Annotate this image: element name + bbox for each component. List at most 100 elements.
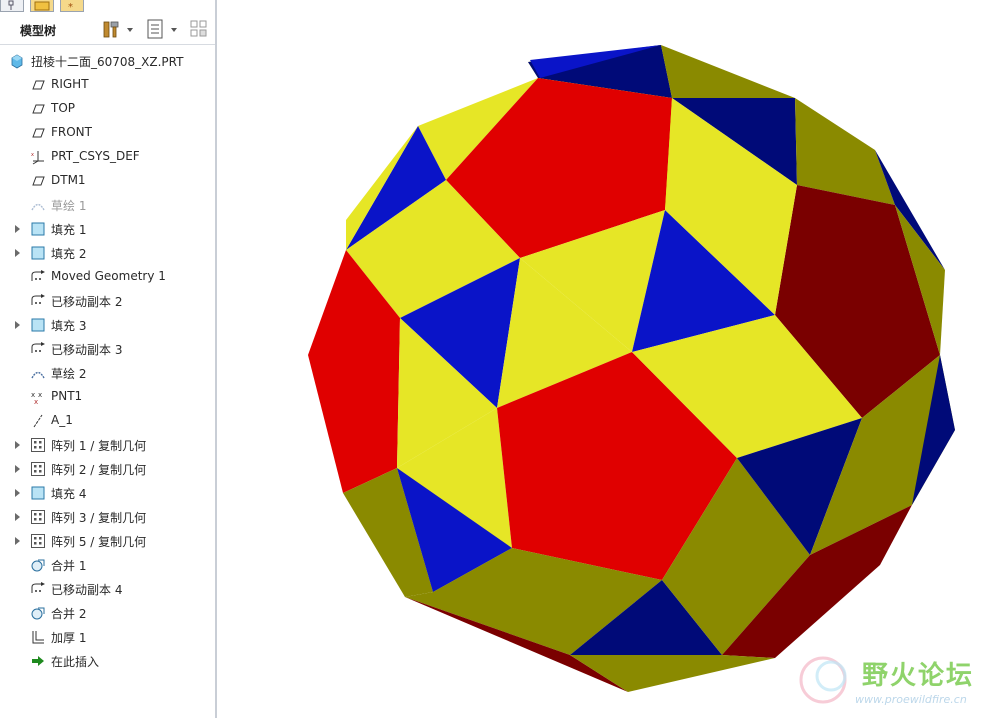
tree-item-label: 阵列 2 / 复制几何 (51, 463, 147, 477)
tree-item[interactable]: 填充 1 (0, 218, 215, 240)
tree-item[interactable]: 草绘 2 (0, 362, 215, 384)
expand-arrow-icon[interactable] (12, 535, 22, 547)
moved-copy-icon (31, 270, 45, 281)
tree-item-label: PNT1 (51, 389, 83, 403)
insert-here-arrow-icon (32, 656, 44, 666)
model-tree-tab[interactable] (0, 0, 24, 12)
tree-item-label: 已移动副本 2 (51, 295, 123, 309)
tree-item[interactable]: 已移动副本 3 (0, 338, 215, 360)
tree-item[interactable]: 填充 3 (0, 314, 215, 336)
tree-item-label: 填充 3 (51, 319, 87, 333)
tree-item-label: 合并 1 (51, 559, 87, 573)
tree-item[interactable]: 阵列 3 / 复制几何 (0, 506, 215, 528)
tree-item[interactable]: x x x PNT1 (0, 386, 215, 408)
tree-item[interactable]: 阵列 5 / 复制几何 (0, 530, 215, 552)
tree-item[interactable]: 已移动副本 2 (0, 290, 215, 312)
tree-item-label: FRONT (51, 125, 92, 139)
favorites-tab[interactable]: * (60, 0, 84, 13)
expand-arrow-icon[interactable] (12, 511, 22, 523)
tree-item[interactable]: TOP (0, 98, 215, 120)
datum-axis-icon (33, 414, 43, 428)
tree-item[interactable]: 阵列 1 / 复制几何 (0, 434, 215, 456)
tree-item-label: A_1 (51, 413, 73, 427)
datum-plane-icon (32, 176, 45, 186)
tree-item-label: 阵列 1 / 复制几何 (51, 439, 147, 453)
expand-arrow-icon[interactable] (12, 439, 22, 451)
svg-text:*: * (68, 2, 73, 11)
watermark-url: www.proewildfire.cn (855, 693, 967, 706)
merge-icon (31, 559, 45, 572)
datum-plane-icon (32, 128, 45, 138)
tree-item[interactable]: 在此插入 (0, 650, 215, 672)
tree-root-part[interactable]: 扭棱十二面_60708_XZ.PRT (0, 50, 215, 72)
fill-surface-icon (31, 486, 45, 500)
tree-item-label: TOP (51, 101, 76, 115)
thicken-icon (32, 631, 44, 644)
folder-browser-tab[interactable] (30, 0, 54, 12)
datum-plane-icon (32, 104, 45, 114)
tree-item[interactable]: 草绘 1 (0, 194, 215, 216)
tree-item-label: 草绘 1 (51, 199, 87, 213)
filter-icon[interactable] (188, 18, 210, 40)
tree-item-label: 阵列 5 / 复制几何 (51, 535, 147, 549)
sketch-icon (31, 371, 45, 379)
show-list-icon[interactable] (144, 18, 166, 40)
tree-item[interactable]: 填充 4 (0, 482, 215, 504)
tree-item[interactable]: 填充 2 (0, 242, 215, 264)
tree-icon (8, 0, 14, 10)
tree-item[interactable]: DTM1 (0, 170, 215, 192)
expand-arrow-icon[interactable] (12, 319, 22, 331)
tree-item[interactable]: x PRT_CSYS_DEF (0, 146, 215, 168)
watermark-text: 野火论坛 (862, 661, 975, 691)
tree-item-label: 已移动副本 4 (51, 583, 123, 597)
fill-surface-icon (31, 246, 45, 260)
expand-arrow-icon[interactable] (12, 223, 22, 235)
graphics-viewport[interactable] (217, 0, 1006, 718)
svg-text:x: x (31, 152, 34, 158)
tree-item[interactable]: FRONT (0, 122, 215, 144)
moved-copy-icon (31, 294, 45, 305)
navigator-tabs: * (0, 0, 215, 13)
sketch-icon (31, 203, 45, 211)
tree-item[interactable]: RIGHT (0, 74, 215, 96)
expand-arrow-icon[interactable] (12, 463, 22, 475)
dropdown-arrow-icon[interactable] (168, 18, 180, 40)
merge-icon (31, 607, 45, 620)
tree-item[interactable]: Moved Geometry 1 (0, 266, 215, 288)
model-face (570, 655, 775, 692)
datum-plane-icon (32, 80, 45, 90)
tree-item-label: 填充 1 (51, 223, 87, 237)
tree-item-label: RIGHT (51, 77, 89, 91)
fill-surface-icon (31, 318, 45, 332)
tree-item-label: 合并 2 (51, 607, 87, 621)
tree-item-label: 填充 4 (51, 487, 87, 501)
tree-root-label: 扭棱十二面_60708_XZ.PRT (31, 55, 184, 69)
datum-point-icon: x xx (31, 391, 42, 405)
tree-item[interactable]: 阵列 2 / 复制几何 (0, 458, 215, 480)
tree-item[interactable]: A_1 (0, 410, 215, 432)
settings-hammer-icon[interactable] (100, 18, 122, 40)
dropdown-arrow-icon[interactable] (124, 18, 136, 40)
tree-item[interactable]: 合并 2 (0, 602, 215, 624)
tree-item[interactable]: 合并 1 (0, 554, 215, 576)
model-tree-toolbar: 模型树 (0, 14, 215, 45)
svg-text:x: x (34, 398, 38, 405)
folder-icon (34, 1, 50, 11)
model-tree-title: 模型树 (20, 24, 57, 38)
moved-copy-icon (31, 342, 45, 353)
model-face (661, 45, 795, 98)
tree-item-label: 加厚 1 (51, 631, 87, 645)
svg-text:x: x (38, 391, 42, 399)
tree-item[interactable]: 已移动副本 4 (0, 578, 215, 600)
pattern-icon (31, 510, 45, 524)
expand-arrow-icon[interactable] (12, 247, 22, 259)
snub-dodecahedron-model[interactable] (217, 0, 1006, 718)
tree-item-label: 在此插入 (51, 655, 100, 669)
moved-copy-icon (31, 582, 45, 593)
tree-item-label: 草绘 2 (51, 367, 87, 381)
tree-item-label: Moved Geometry 1 (51, 269, 166, 283)
pattern-icon (31, 534, 45, 548)
expand-arrow-icon[interactable] (12, 487, 22, 499)
tree-item[interactable]: 加厚 1 (0, 626, 215, 648)
tree-item-label: 已移动副本 3 (51, 343, 123, 357)
